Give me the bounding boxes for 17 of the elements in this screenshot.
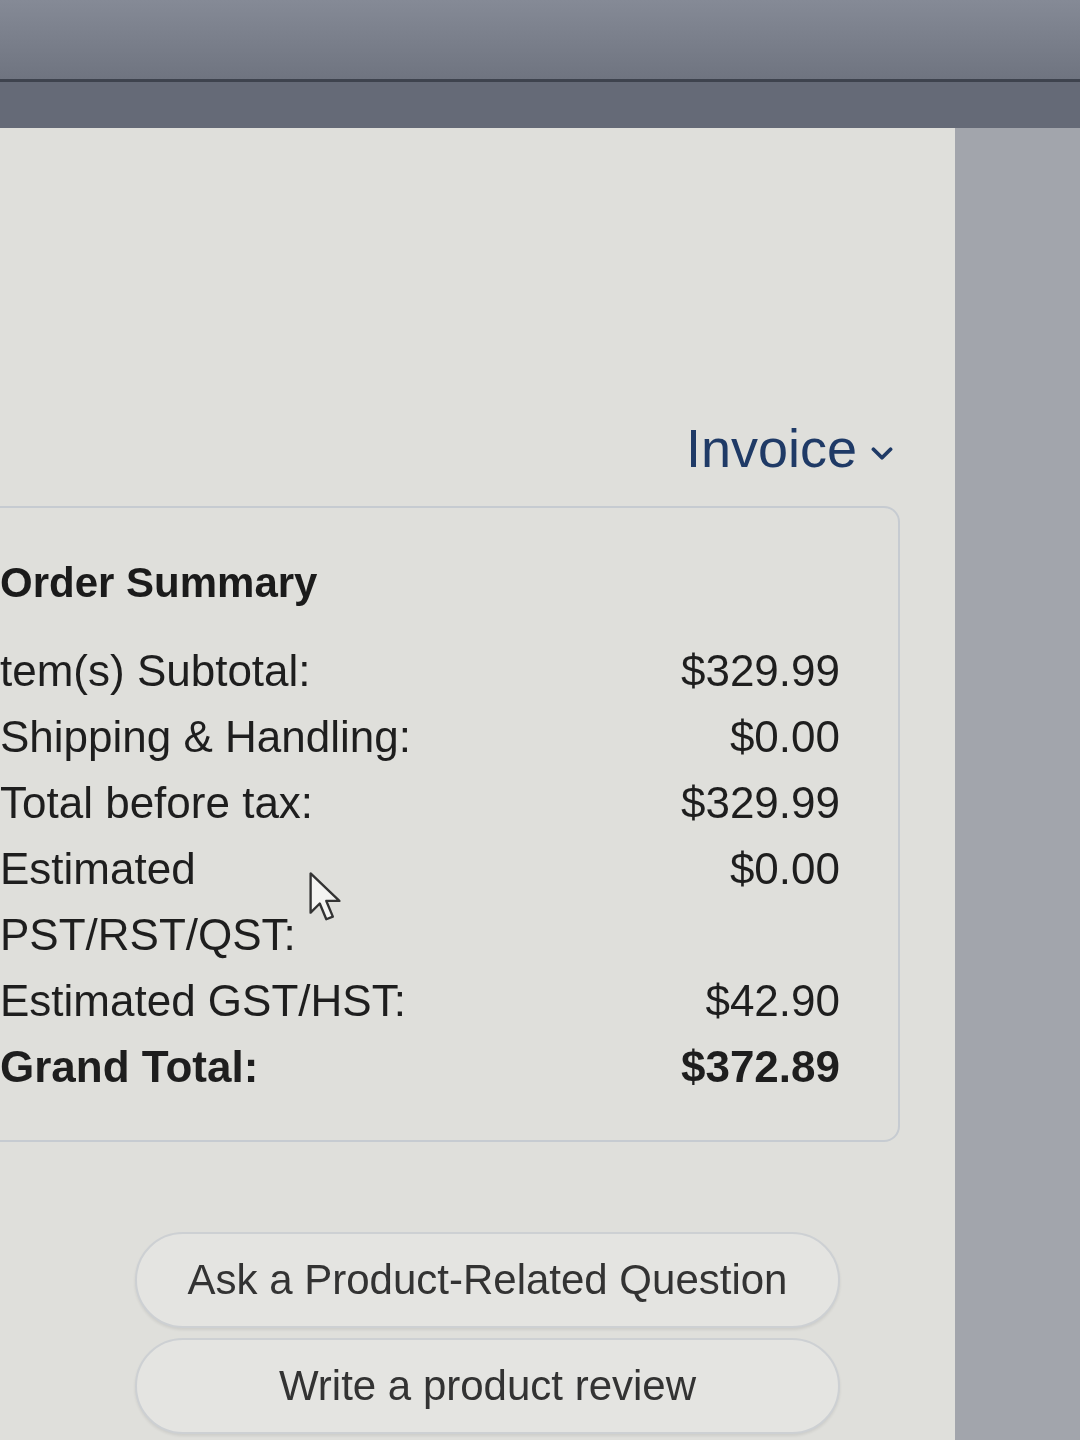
invoice-link[interactable]: Invoice: [685, 420, 893, 476]
summary-amount: $329.99: [680, 777, 840, 829]
summary-label: tem(s) Subtotal:: [0, 646, 311, 695]
summary-amount: $0.00: [729, 843, 840, 895]
summary-amount: $42.90: [705, 975, 840, 1027]
summary-label: Estimated PST/RST/QST:: [0, 844, 296, 959]
summary-label: Total before tax:: [0, 778, 314, 827]
summary-amount: $329.99: [680, 645, 840, 697]
caret-icon: [871, 445, 893, 461]
action-button[interactable]: Ask a Product-Related Question: [135, 1232, 840, 1328]
summary-label: Estimated GST/HST:: [0, 976, 406, 1025]
summary-amount: $372.89: [680, 1041, 840, 1093]
summary-amount: $0.00: [729, 711, 840, 763]
card-title: Order Summary: [0, 558, 318, 608]
action-button[interactable]: Write a product review: [135, 1338, 840, 1434]
summary-label: Grand Total:: [0, 1042, 259, 1091]
summary-label: Shipping & Handling:: [0, 712, 411, 761]
